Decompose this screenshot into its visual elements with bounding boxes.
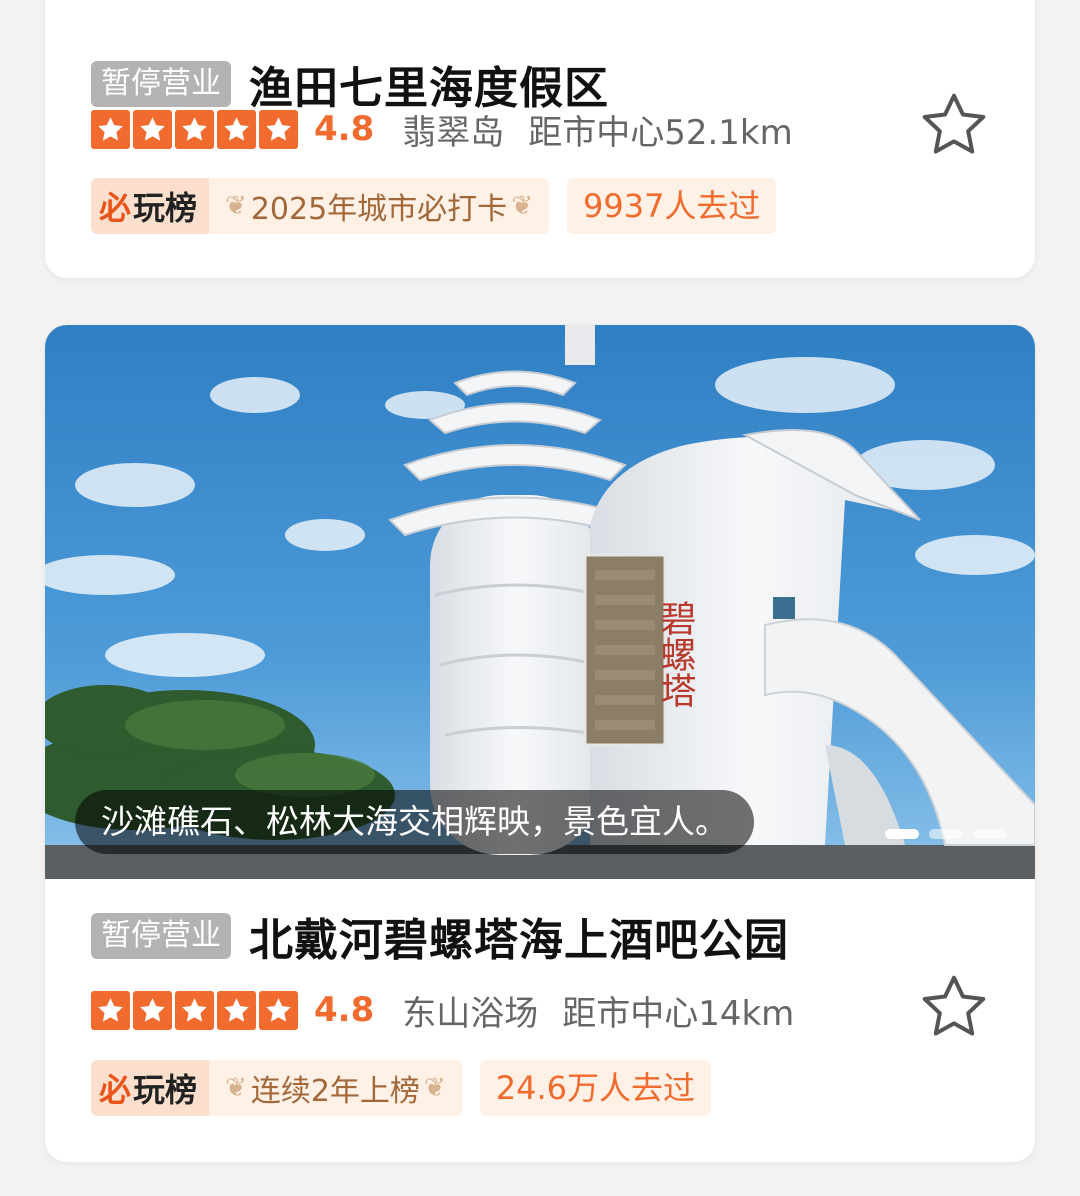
favorite-star-icon[interactable]: [917, 970, 991, 1044]
listing-card-1[interactable]: 暂停营业 渔田七里海度假区 4.8 翡翠岛 距市中心52.1km 必 玩榜 ❦ …: [45, 0, 1035, 278]
tower-sign-text: 碧螺塔: [655, 600, 696, 708]
rank-logo-mark: 必: [99, 189, 132, 227]
carousel-dot[interactable]: [973, 829, 1007, 839]
laurel-icon: ❦: [225, 191, 247, 221]
rank-logo: 必 玩榜: [91, 178, 210, 234]
listing-photo[interactable]: 碧螺塔 沙滩礁石、松林大海交相辉映，景色宜人。: [45, 325, 1035, 879]
carousel-indicator[interactable]: [885, 829, 1007, 839]
laurel-icon: ❦: [511, 191, 533, 221]
star-filled-icon: [259, 109, 298, 149]
rating-stars: [91, 990, 298, 1030]
star-filled-icon: [175, 990, 214, 1030]
area-name: 东山浴场: [402, 993, 539, 1034]
star-filled-icon: [175, 109, 214, 149]
star-filled-icon: [133, 109, 172, 149]
visited-count-tag: 24.6万人去过: [479, 1060, 711, 1116]
star-filled-icon: [133, 990, 172, 1030]
rating-row: 4.8 东山浴场 距市中心14km: [91, 985, 794, 1035]
rank-badge[interactable]: 必 玩榜 ❦ 连续2年上榜 ❦: [91, 1060, 462, 1116]
status-badge: 暂停营业: [91, 913, 231, 959]
area-name: 翡翠岛: [402, 112, 505, 153]
rank-label-text: 2025年城市必打卡: [250, 192, 508, 227]
rank-logo-text: 玩榜: [133, 1071, 198, 1109]
carousel-dot[interactable]: [929, 829, 963, 839]
star-filled-icon: [91, 990, 130, 1030]
carousel-dot-active[interactable]: [885, 829, 919, 839]
listing-card-2[interactable]: 碧螺塔 沙滩礁石、松林大海交相辉映，景色宜人。 暂停营业 北戴河碧螺塔海上酒吧公…: [45, 325, 1035, 1162]
rank-badge[interactable]: 必 玩榜 ❦ 2025年城市必打卡 ❦: [91, 178, 549, 234]
star-filled-icon: [217, 109, 256, 149]
rank-logo: 必 玩榜: [91, 1060, 210, 1116]
distance-text: 距市中心52.1km: [528, 112, 793, 153]
laurel-icon: ❦: [225, 1073, 247, 1103]
status-badge: 暂停营业: [91, 61, 231, 107]
photo-caption: 沙滩礁石、松林大海交相辉映，景色宜人。: [75, 790, 754, 854]
rank-logo-text: 玩榜: [133, 189, 198, 227]
rating-score: 4.8: [314, 109, 375, 149]
rating-score: 4.8: [314, 990, 375, 1030]
listing-title[interactable]: 北戴河碧螺塔海上酒吧公园: [249, 904, 789, 968]
rank-label: ❦ 连续2年上榜 ❦: [209, 1060, 462, 1116]
rank-label-text: 连续2年上榜: [250, 1074, 420, 1109]
visited-count-tag: 9937人去过: [566, 178, 777, 234]
star-filled-icon: [259, 990, 298, 1030]
rank-logo-mark: 必: [99, 1071, 132, 1109]
star-filled-icon: [217, 990, 256, 1030]
star-filled-icon: [91, 109, 130, 149]
laurel-icon: ❦: [423, 1073, 446, 1103]
favorite-star-icon[interactable]: [917, 88, 991, 162]
rating-stars: [91, 109, 298, 149]
tag-row: 必 玩榜 ❦ 连续2年上榜 ❦ 24.6万人去过: [91, 1060, 711, 1116]
distance-text: 距市中心14km: [562, 993, 795, 1034]
tag-row: 必 玩榜 ❦ 2025年城市必打卡 ❦ 9937人去过: [91, 178, 777, 234]
rating-row: 4.8 翡翠岛 距市中心52.1km: [91, 104, 793, 154]
title-row: 暂停营业 北戴河碧螺塔海上酒吧公园: [91, 906, 789, 966]
rank-label: ❦ 2025年城市必打卡 ❦: [209, 178, 549, 234]
